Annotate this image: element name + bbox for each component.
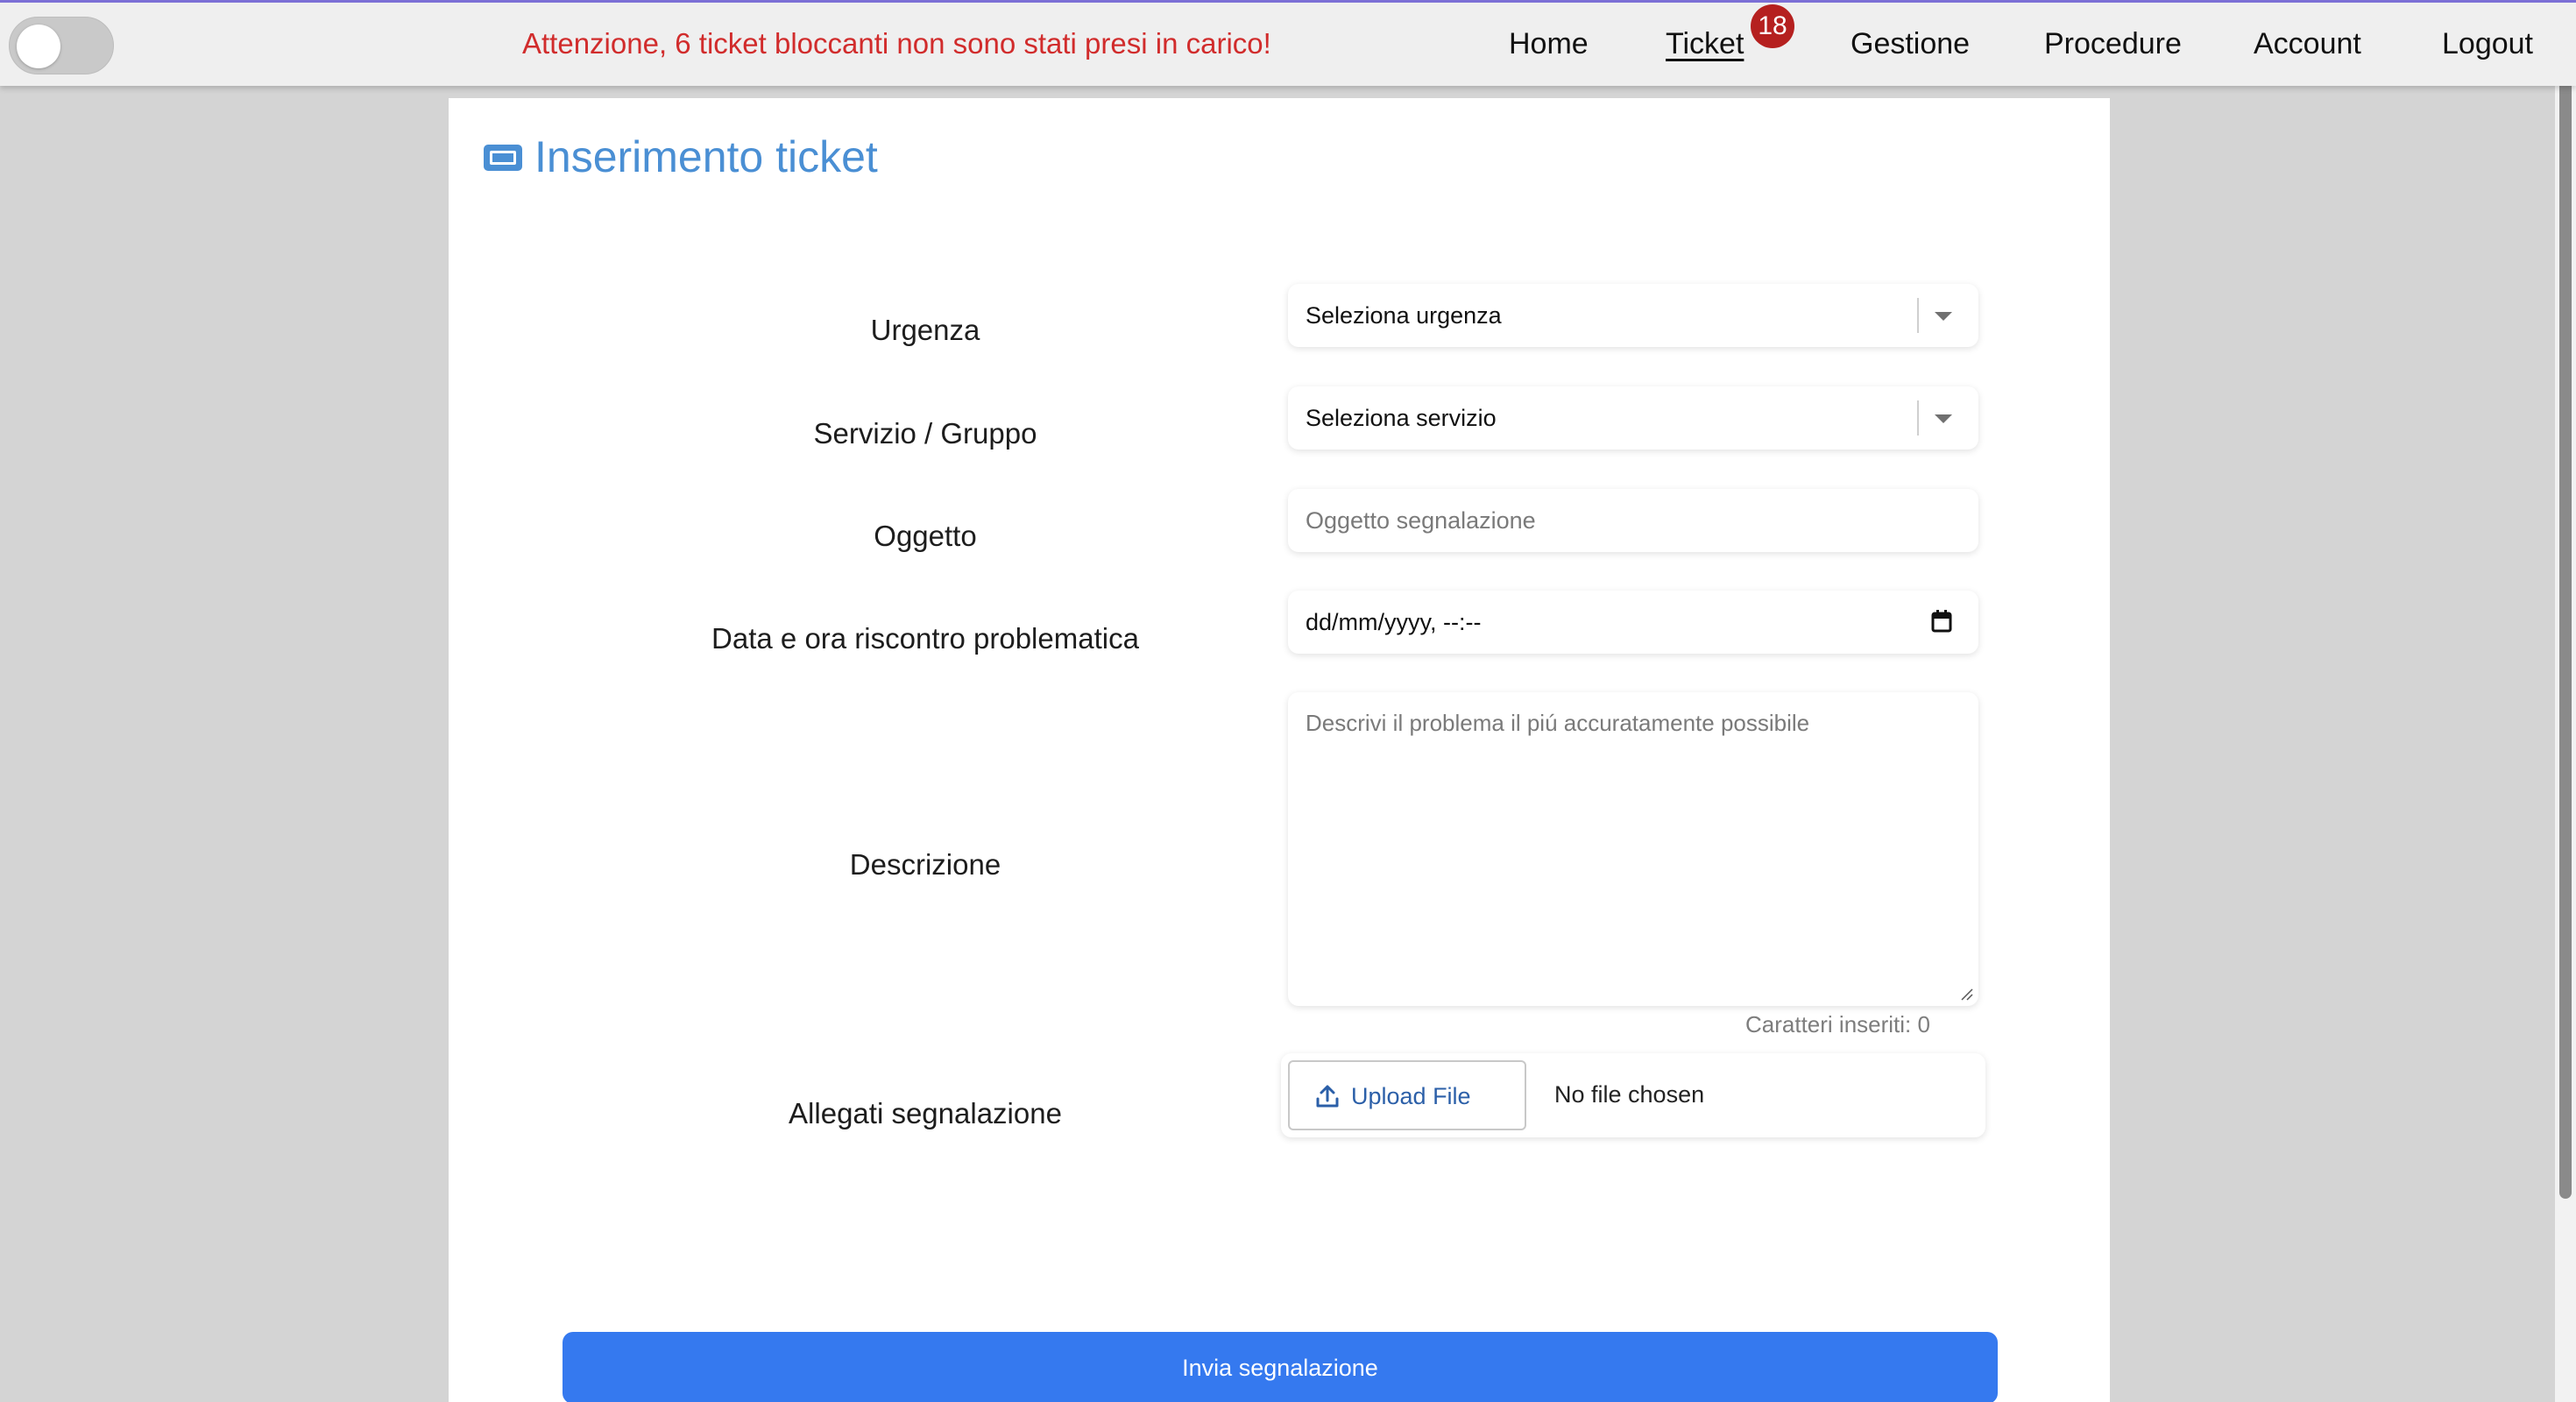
- label-allegati: Allegati segnalazione: [789, 1097, 1062, 1129]
- urgenza-select-value: Seleziona urgenza: [1306, 302, 1502, 329]
- top-navbar: Attenzione, 6 ticket bloccanti non sono …: [0, 0, 2576, 86]
- label-servizio: Servizio / Gruppo: [813, 417, 1037, 450]
- char-counter: Caratteri inseriti: 0: [1745, 1011, 1930, 1037]
- ticket-count-badge: 18: [1751, 4, 1794, 48]
- toggle-knob: [17, 25, 60, 68]
- upload-icon: [1316, 1085, 1339, 1108]
- label-data: Data e ora riscontro problematica: [711, 622, 1139, 655]
- chevron-down-icon[interactable]: [1935, 414, 1952, 423]
- chevron-down-icon[interactable]: [1935, 312, 1952, 321]
- urgenza-select[interactable]: Seleziona urgenza: [1288, 284, 1978, 347]
- submit-button[interactable]: Invia segnalazione: [563, 1332, 1998, 1402]
- blocking-tickets-alert: Attenzione, 6 ticket bloccanti non sono …: [522, 27, 1271, 60]
- resize-grip-icon[interactable]: [1959, 987, 1973, 1001]
- nav-home[interactable]: Home: [1509, 27, 1589, 61]
- nav-procedure[interactable]: Procedure: [2044, 27, 2182, 61]
- oggetto-placeholder: Oggetto segnalazione: [1306, 507, 1536, 534]
- descrizione-placeholder: Descrivi il problema il piú accuratament…: [1306, 710, 1810, 736]
- calendar-icon[interactable]: [1931, 610, 1952, 633]
- select-separator: [1917, 298, 1919, 333]
- upload-button-label: Upload File: [1351, 1083, 1471, 1109]
- ticket-icon: [484, 145, 522, 171]
- file-status: No file chosen: [1554, 1081, 1705, 1108]
- nav-gestione[interactable]: Gestione: [1851, 27, 1970, 61]
- label-oggetto: Oggetto: [874, 520, 977, 552]
- upload-file-button[interactable]: Upload File: [1288, 1060, 1526, 1130]
- datetime-input[interactable]: dd/mm/yyyy, --:--: [1288, 591, 1978, 654]
- file-upload-field: Upload File No file chosen: [1281, 1053, 1985, 1137]
- servizio-select-value: Seleziona servizio: [1306, 405, 1497, 431]
- scrollbar-thumb[interactable]: [2559, 33, 2572, 1199]
- page-scrollbar[interactable]: [2555, 0, 2576, 1402]
- page-title: Inserimento ticket: [534, 132, 878, 181]
- theme-toggle[interactable]: [9, 17, 114, 74]
- servizio-select[interactable]: Seleziona servizio: [1288, 386, 1978, 450]
- nav-logout[interactable]: Logout: [2442, 27, 2533, 61]
- descrizione-textarea[interactable]: Descrivi il problema il piú accuratament…: [1288, 692, 1978, 1006]
- label-descrizione: Descrizione: [849, 848, 1001, 881]
- oggetto-input[interactable]: Oggetto segnalazione: [1288, 489, 1978, 552]
- datetime-value: dd/mm/yyyy, --:--: [1306, 609, 1482, 635]
- label-urgenza: Urgenza: [870, 314, 980, 346]
- nav-account[interactable]: Account: [2254, 27, 2361, 61]
- select-separator: [1917, 400, 1919, 435]
- nav-ticket[interactable]: Ticket: [1666, 27, 1744, 61]
